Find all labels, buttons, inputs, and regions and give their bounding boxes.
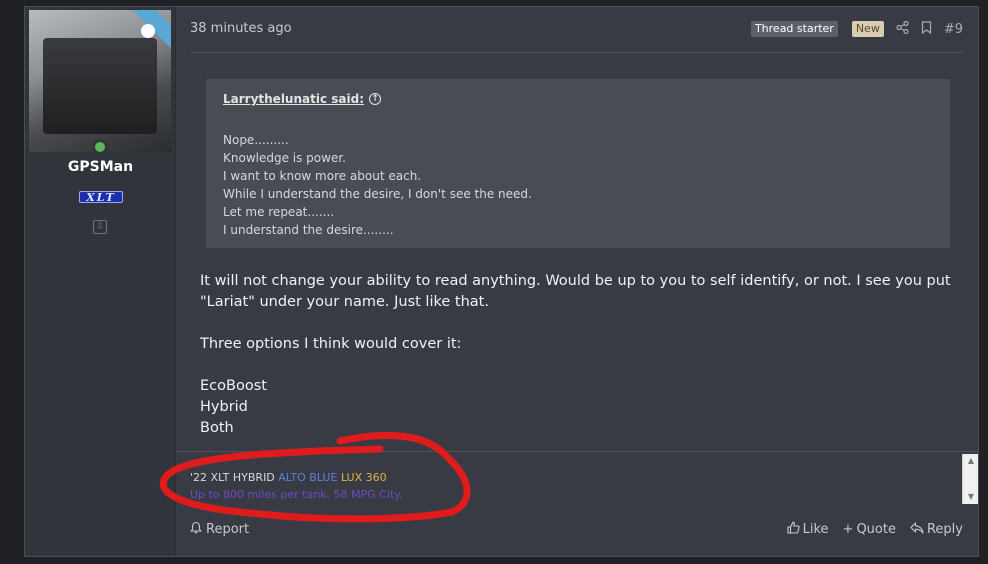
body-paragraph: It will not change your ability to read … <box>200 273 951 310</box>
signature-package: LUX 360 <box>340 471 387 484</box>
quote-button[interactable]: + Quote <box>843 522 896 537</box>
post-timestamp[interactable]: 38 minutes ago <box>190 21 292 36</box>
avatar[interactable] <box>29 10 171 152</box>
new-badge: New <box>851 21 884 37</box>
trim-badge: XLT <box>79 191 123 204</box>
like-button[interactable]: Like <box>787 521 829 538</box>
plus-icon: + <box>842 522 854 537</box>
quote-line: I understand the desire........ <box>223 223 394 237</box>
report-label: Report <box>206 522 250 537</box>
post-header-actions: Thread starter New #9 <box>750 20 963 38</box>
reply-button[interactable]: Reply <box>910 521 963 538</box>
header-divider <box>190 52 964 53</box>
reply-label: Reply <box>926 522 963 537</box>
expand-user-info-icon[interactable]: ⇩ <box>93 220 107 234</box>
signature-line-2: Up to 800 miles per tank. 58 MPG City. <box>190 488 403 501</box>
quote-line: Let me repeat....... <box>223 205 335 219</box>
report-link[interactable]: Report <box>190 521 249 538</box>
ribbon-badge-icon <box>141 24 155 38</box>
truck-bed-image <box>43 38 157 134</box>
quote-header[interactable]: Larrythelunatic said: ↑ <box>223 92 381 106</box>
signature-block: '22 XLT HYBRID ALTO BLUE LUX 360 Up to 8… <box>177 451 978 505</box>
quote-line: I want to know more about each. <box>223 169 422 183</box>
online-status-icon <box>92 139 108 155</box>
like-label: Like <box>802 522 829 537</box>
forum-post: GPSMan XLT ⇩ 38 minutes ago Thread start… <box>24 6 979 557</box>
option-item: EcoBoost <box>200 378 267 394</box>
quote-content: Nope......... Knowledge is power. I want… <box>223 131 532 239</box>
post-actions: Like + Quote Reply <box>787 521 963 538</box>
scroll-down-icon[interactable]: ▼ <box>963 491 979 503</box>
signature-trim: '22 XLT HYBRID <box>190 471 275 484</box>
quote-block: Larrythelunatic said: ↑ Nope......... Kn… <box>206 79 950 248</box>
signature-scrollbar[interactable]: ▲ ▼ <box>962 454 978 504</box>
username[interactable]: GPSMan <box>25 159 176 175</box>
signature-line-1: '22 XLT HYBRID ALTO BLUE LUX 360 <box>190 469 403 486</box>
bell-icon <box>190 521 202 538</box>
quote-line: Knowledge is power. <box>223 151 346 165</box>
quote-line: While I understand the desire, I don't s… <box>223 187 532 201</box>
quote-author[interactable]: Larrythelunatic said: <box>223 92 364 106</box>
quote-label: Quote <box>856 522 896 537</box>
share-icon[interactable] <box>896 20 909 38</box>
jump-to-quote-icon[interactable]: ↑ <box>369 93 381 105</box>
reply-icon <box>910 521 924 538</box>
thread-starter-badge: Thread starter <box>750 21 838 37</box>
user-sidebar: GPSMan XLT ⇩ <box>25 7 176 556</box>
scroll-up-icon[interactable]: ▲ <box>963 455 979 467</box>
post-number-link[interactable]: #9 <box>944 22 963 37</box>
quote-line: Nope......... <box>223 133 289 147</box>
option-item: Both <box>200 420 234 436</box>
body-paragraph: Three options I think would cover it: <box>200 336 462 352</box>
signature-color: ALTO BLUE <box>278 471 338 484</box>
signature-content: '22 XLT HYBRID ALTO BLUE LUX 360 Up to 8… <box>190 469 403 503</box>
bookmark-icon[interactable] <box>921 20 932 38</box>
post-body: It will not change your ability to read … <box>200 271 960 439</box>
option-item: Hybrid <box>200 399 248 415</box>
thumbs-up-icon <box>787 521 800 538</box>
